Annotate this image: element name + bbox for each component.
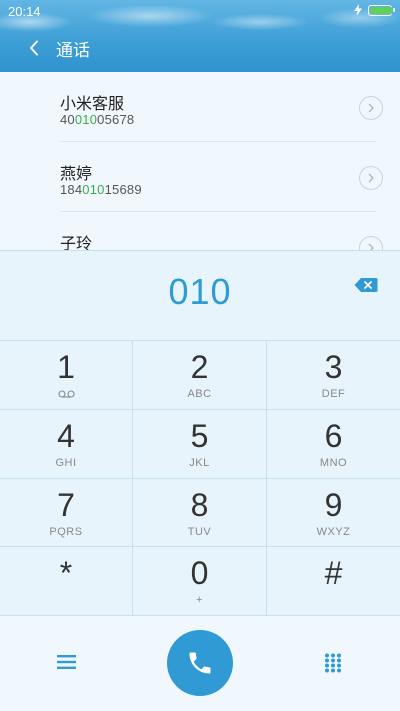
key-digit: 2 bbox=[190, 349, 209, 385]
dialed-number: 010 bbox=[168, 271, 232, 312]
dial-display: 010 bbox=[0, 250, 400, 341]
key-digit: 8 bbox=[190, 486, 209, 523]
contact-suggestions: 小米客服 4001005678 燕婷 18401015689 子玲 bbox=[0, 72, 400, 250]
key-digit: 9 bbox=[324, 486, 343, 523]
number-suffix: 15689 bbox=[104, 182, 142, 197]
key-hash[interactable]: # bbox=[267, 547, 400, 616]
key-digit: 7 bbox=[57, 486, 75, 523]
chevron-right-icon bbox=[368, 173, 374, 183]
key-0[interactable]: 0 + bbox=[133, 547, 267, 616]
key-letters: ABC bbox=[187, 388, 212, 400]
key-letters: DEF bbox=[321, 388, 346, 400]
contact-name: 小米客服 bbox=[60, 96, 125, 113]
page-title: 通话 bbox=[56, 40, 90, 60]
status-icons bbox=[354, 4, 395, 16]
key-8[interactable]: 8 TUV bbox=[133, 478, 267, 548]
key-digit: * bbox=[59, 555, 73, 592]
contact-item[interactable]: 小米客服 4001005678 bbox=[0, 72, 400, 142]
contact-name: 燕婷 bbox=[60, 166, 93, 183]
back-button[interactable] bbox=[14, 30, 54, 66]
menu-icon[interactable] bbox=[57, 654, 76, 670]
status-bar: 20:14 bbox=[0, 0, 400, 22]
key-3[interactable]: 3 DEF bbox=[267, 341, 400, 410]
key-digit: 0 bbox=[190, 555, 209, 592]
key-letters: PQRS bbox=[49, 525, 83, 538]
charging-icon bbox=[354, 4, 362, 16]
call-button[interactable] bbox=[167, 630, 233, 696]
key-digit: 6 bbox=[324, 417, 343, 454]
chevron-right-icon bbox=[368, 243, 374, 250]
key-2[interactable]: 2 ABC bbox=[133, 341, 267, 410]
contact-number: 4001005678 bbox=[60, 112, 134, 127]
key-digit: 4 bbox=[57, 417, 75, 454]
number-prefix: 184 bbox=[60, 182, 83, 197]
key-letters: + bbox=[196, 594, 203, 607]
key-digit: 1 bbox=[57, 349, 75, 385]
battery-icon bbox=[368, 4, 395, 16]
header: 20:14 通话 bbox=[0, 0, 400, 72]
voicemail-icon bbox=[58, 390, 75, 398]
dialpad-icon[interactable] bbox=[323, 653, 343, 673]
phone-icon bbox=[189, 652, 211, 674]
key-1[interactable]: 1 bbox=[0, 341, 133, 410]
key-star[interactable]: * bbox=[0, 547, 133, 616]
key-9[interactable]: 9 WXYZ bbox=[267, 479, 400, 548]
key-7[interactable]: 7 PQRS bbox=[0, 478, 133, 548]
number-prefix: 40 bbox=[60, 112, 75, 127]
bottom-bar bbox=[0, 616, 400, 711]
contact-name: 子玲 bbox=[60, 236, 93, 250]
key-6[interactable]: 6 MNO bbox=[267, 410, 400, 479]
contact-detail-button[interactable] bbox=[359, 96, 383, 120]
battery-level bbox=[370, 6, 392, 14]
status-time: 20:14 bbox=[8, 4, 41, 19]
key-letters: JKL bbox=[189, 456, 210, 469]
keypad: 1 2 ABC 3 DEF 4 GHI 5 JKL 6 MNO 7 PQRS 8 TUV 9 WXYZ * 0 + # bbox=[0, 341, 400, 616]
title-bar: 通话 bbox=[0, 30, 400, 66]
key-digit: 5 bbox=[190, 417, 209, 454]
number-suffix: 05678 bbox=[97, 112, 135, 127]
contact-item[interactable]: 子玲 bbox=[0, 212, 400, 250]
contact-number: 18401015689 bbox=[60, 182, 142, 197]
back-chevron-icon bbox=[30, 40, 38, 56]
key-letters: MNO bbox=[319, 456, 348, 469]
key-5[interactable]: 5 JKL bbox=[133, 409, 267, 479]
contact-item[interactable]: 燕婷 18401015689 bbox=[0, 142, 400, 212]
key-letters: GHI bbox=[55, 456, 77, 469]
backspace-icon[interactable] bbox=[354, 277, 378, 293]
number-match: 010 bbox=[82, 182, 105, 197]
key-4[interactable]: 4 GHI bbox=[0, 409, 133, 479]
number-match: 010 bbox=[74, 112, 98, 127]
contact-detail-button[interactable] bbox=[359, 166, 383, 190]
key-digit: 3 bbox=[324, 349, 343, 385]
key-letters: TUV bbox=[187, 525, 212, 538]
key-letters: WXYZ bbox=[316, 525, 351, 538]
contact-detail-button[interactable] bbox=[359, 236, 383, 250]
chevron-right-icon bbox=[368, 103, 374, 113]
key-digit: # bbox=[324, 555, 343, 592]
